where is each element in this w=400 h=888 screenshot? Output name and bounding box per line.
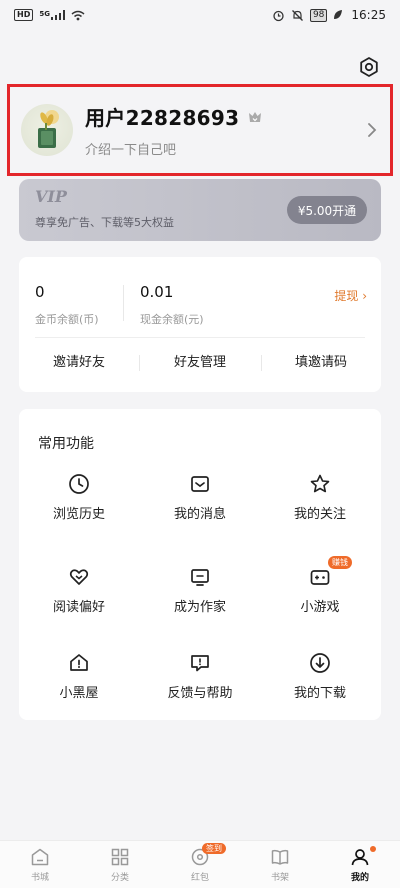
func-label: 我的关注 [293, 507, 346, 522]
common-functions-card: 常用功能 浏览历史 我的消息 我的关注 阅读偏好 成为作家 赚钱 小游戏 小黑屋… [19, 409, 381, 720]
func-label: 浏览历史 [52, 507, 105, 522]
mini-games-item[interactable]: 赚钱 小游戏 [265, 556, 375, 615]
balance-divider [123, 285, 124, 321]
tab-categories[interactable]: 分类 [90, 847, 150, 883]
tab-mine[interactable]: 我的 [330, 846, 390, 883]
sign-in-badge: 签到 [202, 843, 226, 854]
star-icon [310, 474, 330, 493]
status-bar: HD 5G 98 16:25 [0, 0, 400, 30]
enter-invite-code-button[interactable]: 填邀请码 [271, 351, 371, 370]
browse-history-item[interactable]: 浏览历史 [24, 473, 134, 522]
earn-money-badge: 赚钱 [328, 556, 352, 569]
coin-balance-value: 0 [35, 283, 45, 301]
tab-label: 书城 [30, 873, 49, 883]
invite-actions: 邀请好友 好友管理 填邀请码 [19, 351, 381, 375]
vip-crown-icon [249, 111, 262, 122]
tab-label: 分类 [110, 873, 129, 883]
func-label: 成为作家 [173, 600, 226, 615]
action-divider [139, 355, 140, 371]
func-label: 我的下载 [293, 686, 346, 701]
tab-label: 我的 [350, 873, 369, 883]
func-label: 小游戏 [300, 600, 340, 615]
monitor-icon [191, 569, 209, 586]
gamepad-icon [310, 570, 330, 585]
blacklist-item[interactable]: 小黑屋 [24, 652, 134, 701]
tab-red-packet[interactable]: 签到 红包 [170, 843, 230, 883]
cash-balance[interactable]: 0.01 现金余额(元) [140, 283, 204, 327]
user-icon [351, 849, 369, 866]
bottom-tab-bar: 书城 分类 签到 红包 书架 我的 [0, 840, 400, 888]
heart-icon [69, 569, 89, 585]
my-messages-item[interactable]: 我的消息 [145, 473, 255, 522]
username: 用户22828693 [85, 106, 240, 130]
avatar[interactable] [21, 104, 73, 156]
feedback-icon [191, 655, 209, 672]
friend-management-button[interactable]: 好友管理 [150, 351, 250, 370]
my-downloads-item[interactable]: 我的下载 [265, 652, 375, 701]
reading-preference-item[interactable]: 阅读偏好 [24, 566, 134, 615]
clock-icon [69, 474, 89, 494]
profile-header[interactable]: 用户22828693 介绍一下自己吧 [7, 84, 393, 176]
download-icon [310, 653, 330, 673]
clock-time: 16:25 [351, 8, 386, 22]
alarm-icon [273, 10, 284, 21]
balance-separator [35, 337, 365, 338]
tab-label: 红包 [190, 873, 209, 883]
vip-title: VIP [35, 187, 67, 206]
grid-icon [111, 848, 129, 866]
home-icon [31, 848, 49, 866]
chevron-right-icon [368, 123, 377, 137]
open-book-icon [271, 849, 289, 865]
func-label: 反馈与帮助 [167, 686, 233, 701]
cash-balance-label: 现金余额(元) [140, 313, 204, 326]
mute-icon [291, 9, 303, 21]
tab-bookshelf[interactable]: 书架 [250, 847, 310, 883]
leaf-icon [334, 10, 343, 19]
wifi-icon [71, 10, 85, 20]
tab-bookstore[interactable]: 书城 [10, 847, 70, 883]
tab-label: 书架 [270, 873, 289, 883]
signal-icon: 5G [39, 10, 65, 20]
vip-open-button[interactable]: ¥5.00开通 [287, 196, 367, 224]
cash-balance-value: 0.01 [140, 283, 174, 301]
func-label: 我的消息 [173, 507, 226, 522]
func-label: 阅读偏好 [52, 600, 105, 615]
battery-indicator: 98 [309, 8, 328, 22]
action-divider [261, 355, 262, 371]
house-alert-icon [70, 654, 88, 671]
func-label: 小黑屋 [59, 686, 99, 701]
settings-gear-icon[interactable] [358, 56, 380, 78]
avatar-money-plant-image [38, 110, 59, 148]
notification-dot [370, 846, 376, 852]
network-type: 5G [39, 10, 50, 18]
my-follows-item[interactable]: 我的关注 [265, 473, 375, 522]
message-icon [191, 476, 209, 492]
hd-indicator: HD [14, 9, 34, 21]
vip-banner[interactable]: VIP 尊享免广告、下载等5大权益 ¥5.00开通 [19, 179, 381, 241]
withdraw-link[interactable]: 提现 › [334, 287, 367, 304]
feedback-help-item[interactable]: 反馈与帮助 [145, 652, 255, 701]
invite-friends-button[interactable]: 邀请好友 [29, 351, 129, 370]
profile-intro: 介绍一下自己吧 [85, 143, 177, 158]
vip-subtitle: 尊享免广告、下载等5大权益 [35, 216, 174, 229]
coin-balance[interactable]: 0 金币余额(币) [35, 283, 99, 327]
common-functions-title: 常用功能 [38, 436, 94, 452]
become-author-item[interactable]: 成为作家 [145, 566, 255, 615]
balance-card: 0 金币余额(币) 0.01 现金余额(元) 提现 › 邀请好友 好友管理 填邀… [19, 257, 381, 392]
coin-balance-label: 金币余额(币) [35, 313, 99, 326]
